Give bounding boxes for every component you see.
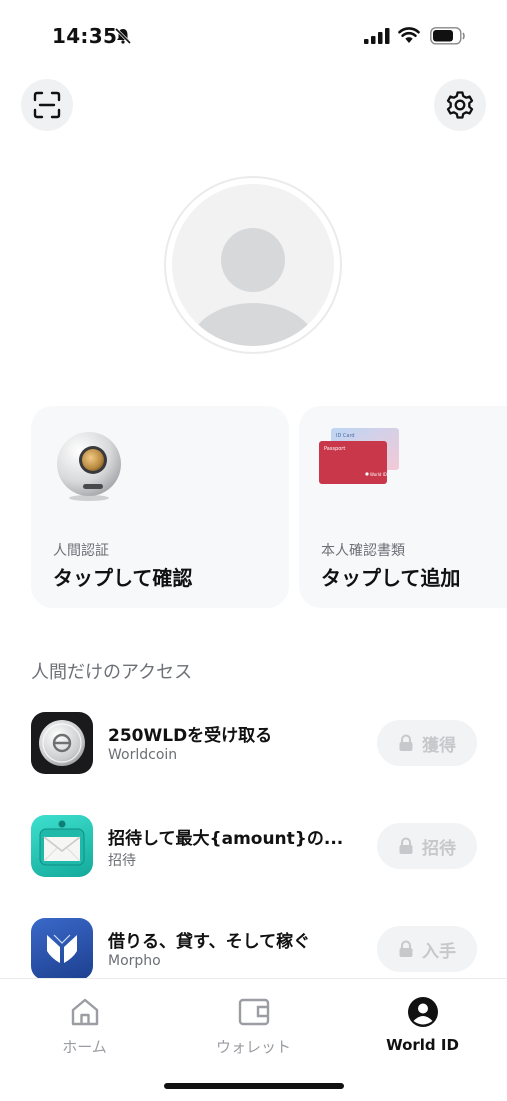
row-subtitle: 招待 (108, 853, 136, 869)
scan-icon (33, 91, 61, 119)
profile-avatar[interactable] (164, 176, 342, 354)
row-title: 借りる、貸す、そして稼ぐ (108, 932, 311, 952)
invite-app-icon (31, 815, 93, 877)
tab-label: ホーム (62, 1038, 107, 1056)
home-indicator[interactable] (164, 1083, 344, 1089)
home-icon (71, 998, 98, 1026)
id-brand-label: World ID (370, 472, 387, 477)
world-id-icon (407, 997, 438, 1027)
id-card-label: ID Card (336, 433, 355, 439)
tab-world-id[interactable]: World ID (338, 979, 507, 1069)
battery-icon (430, 27, 465, 45)
action-label: 獲得 (422, 735, 456, 756)
passport-label: Passport (324, 446, 345, 452)
muted-bell-icon (114, 27, 132, 45)
wifi-icon (398, 27, 420, 43)
tab-label: World ID (386, 1036, 459, 1054)
action-label: 入手 (422, 941, 456, 962)
row-title: 250WLDを受け取る (108, 726, 273, 746)
section-title: 人間だけのアクセス (31, 662, 193, 683)
scan-button[interactable] (21, 79, 73, 131)
settings-button[interactable] (434, 79, 486, 131)
avatar-placeholder (172, 184, 334, 346)
row-subtitle: Worldcoin (108, 747, 178, 763)
status-time: 14:35 (52, 24, 118, 48)
tab-wallet[interactable]: ウォレット (169, 979, 338, 1069)
list-item[interactable]: 招待して最大{amount}の... 招待 招待 (31, 815, 477, 879)
passport-id-icon: ID Card Passport World ID (319, 428, 399, 484)
morpho-app-icon (31, 918, 93, 980)
lock-icon (399, 837, 413, 854)
tab-label: ウォレット (215, 1038, 291, 1056)
id-document-card[interactable]: ID Card Passport World ID 本人確認書類 タップして追加 (299, 406, 507, 608)
wallet-icon (238, 998, 269, 1026)
human-verification-card[interactable]: 人間認証 タップして確認 (31, 406, 289, 608)
list-item[interactable]: 借りる、貸す、そして稼ぐ Morpho 入手 (31, 918, 477, 982)
gear-icon (446, 91, 474, 119)
card-subtitle: 人間認証 (53, 543, 109, 559)
person-silhouette-icon (189, 228, 317, 346)
card-subtitle: 本人確認書類 (321, 543, 405, 559)
invite-button[interactable]: 招待 (377, 823, 477, 869)
action-label: 招待 (422, 838, 456, 859)
tab-home[interactable]: ホーム (0, 979, 169, 1069)
list-item[interactable]: 250WLDを受け取る Worldcoin 獲得 (31, 712, 477, 776)
worldcoin-app-icon (31, 712, 93, 774)
row-title: 招待して最大{amount}の... (108, 829, 344, 849)
lock-icon (399, 734, 413, 751)
card-title: タップして追加 (321, 566, 461, 590)
claim-button[interactable]: 獲得 (377, 720, 477, 766)
lock-icon (399, 940, 413, 957)
cellular-signal-icon (364, 28, 390, 44)
row-subtitle: Morpho (108, 953, 161, 969)
card-title: タップして確認 (53, 566, 193, 590)
orb-device-icon (57, 432, 121, 501)
get-button[interactable]: 入手 (377, 926, 477, 972)
status-bar: 14:35 (0, 0, 507, 70)
